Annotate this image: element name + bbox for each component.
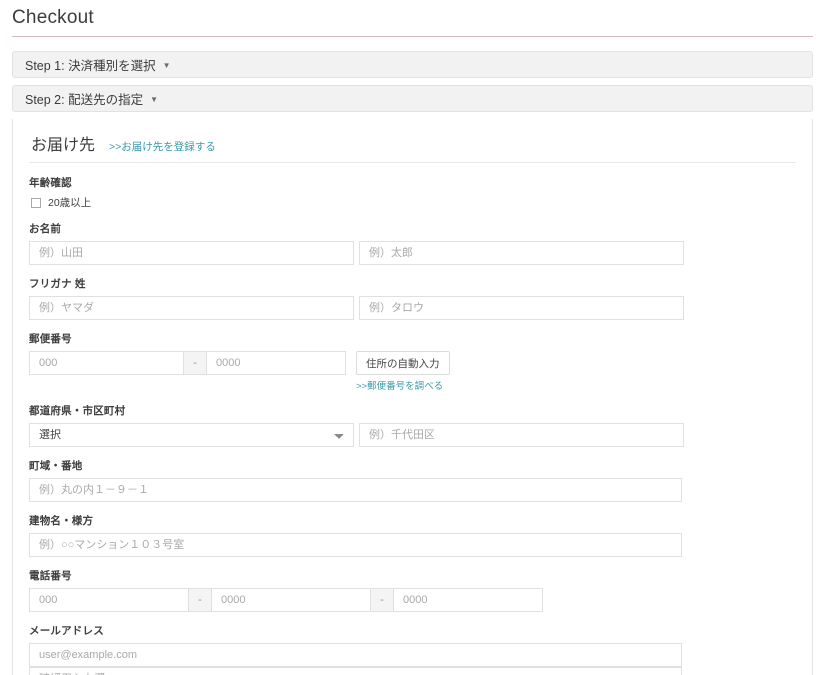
email-group: メールアドレス ※@icloud.com、@me.com、@mac.com をご… xyxy=(29,623,796,675)
street-label: 町域・番地 xyxy=(29,460,83,472)
register-address-link[interactable]: >>お届け先を登録する xyxy=(109,139,216,154)
checkout-page: Checkout Step 1: 決済種別を選択 ▼ Step 2: 配送先の指… xyxy=(0,0,831,675)
step-1-label: Step 1: 決済種別を選択 xyxy=(25,59,156,73)
age-confirmation-group: 年齢確認 20歳以上 xyxy=(29,175,796,210)
age-over-20-label: 20歳以上 xyxy=(48,197,92,209)
postal-separator: - xyxy=(184,351,206,375)
chevron-down-icon: ▼ xyxy=(150,94,159,104)
telephone-group: 電話番号 - - xyxy=(29,568,796,612)
postal-code-row: - 住所の自動入力 >>郵便番号を調べる xyxy=(29,351,796,392)
postal-lookup-link[interactable]: >>郵便番号を調べる xyxy=(356,378,450,392)
first-name-kana-input[interactable] xyxy=(359,296,684,320)
step-2-header[interactable]: Step 2: 配送先の指定 ▼ xyxy=(12,85,813,112)
telephone-separator-2: - xyxy=(371,588,393,612)
email-rows xyxy=(29,643,796,675)
building-input[interactable] xyxy=(29,533,682,557)
kana-row xyxy=(29,296,796,320)
prefecture-row: 選択 xyxy=(29,423,796,447)
email-label: メールアドレス xyxy=(29,625,104,637)
postal-code-first-input[interactable] xyxy=(29,351,184,375)
telephone-row: - - xyxy=(29,588,796,612)
street-group: 町域・番地 xyxy=(29,458,796,502)
building-group: 建物名・様方 xyxy=(29,513,796,557)
telephone-part3-input[interactable] xyxy=(393,588,543,612)
last-name-kana-input[interactable] xyxy=(29,296,354,320)
section-header: お届け先 >>お届け先を登録する xyxy=(29,129,796,163)
step-2-label: Step 2: 配送先の指定 xyxy=(25,93,144,107)
section-title: お届け先 xyxy=(31,137,96,154)
postal-code-second-input[interactable] xyxy=(206,351,346,375)
telephone-part1-input[interactable] xyxy=(29,588,189,612)
age-checkbox-row: 20歳以上 xyxy=(31,195,796,210)
name-group: お名前 xyxy=(29,221,796,265)
kana-group: フリガナ 姓 xyxy=(29,276,796,320)
building-label: 建物名・様方 xyxy=(29,515,94,527)
step-1-header[interactable]: Step 1: 決済種別を選択 ▼ xyxy=(12,51,813,78)
telephone-label: 電話番号 xyxy=(29,570,72,582)
street-input[interactable] xyxy=(29,478,682,502)
city-input[interactable] xyxy=(359,423,684,447)
page-title: Checkout xyxy=(12,7,94,28)
shipping-form-panel: お届け先 >>お届け先を登録する 年齢確認 20歳以上 お名前 フリガナ 姓 xyxy=(12,119,813,675)
email-input[interactable] xyxy=(29,643,682,667)
age-over-20-checkbox[interactable] xyxy=(31,197,41,208)
postal-code-group: 郵便番号 - 住所の自動入力 >>郵便番号を調べる xyxy=(29,331,796,392)
age-confirmation-label: 年齢確認 xyxy=(29,177,72,189)
last-name-input[interactable] xyxy=(29,241,354,265)
first-name-input[interactable] xyxy=(359,241,684,265)
kana-label: フリガナ 姓 xyxy=(29,278,86,290)
auto-fill-address-button[interactable]: 住所の自動入力 xyxy=(356,351,450,375)
prefecture-select[interactable]: 選択 xyxy=(29,423,354,447)
building-row xyxy=(29,533,796,557)
step-accordion-list: Step 1: 決済種別を選択 ▼ Step 2: 配送先の指定 ▼ xyxy=(0,37,831,112)
prefecture-group: 都道府県・市区町村 選択 xyxy=(29,403,796,447)
chevron-down-icon: ▼ xyxy=(162,60,171,70)
postal-code-label: 郵便番号 xyxy=(29,333,72,345)
street-row xyxy=(29,478,796,502)
email-confirm-input[interactable] xyxy=(29,667,682,675)
telephone-separator-1: - xyxy=(189,588,211,612)
telephone-part2-input[interactable] xyxy=(211,588,371,612)
name-label: お名前 xyxy=(29,223,62,235)
prefecture-label: 都道府県・市区町村 xyxy=(29,405,126,417)
name-row xyxy=(29,241,796,265)
postal-actions: 住所の自動入力 >>郵便番号を調べる xyxy=(346,351,450,392)
